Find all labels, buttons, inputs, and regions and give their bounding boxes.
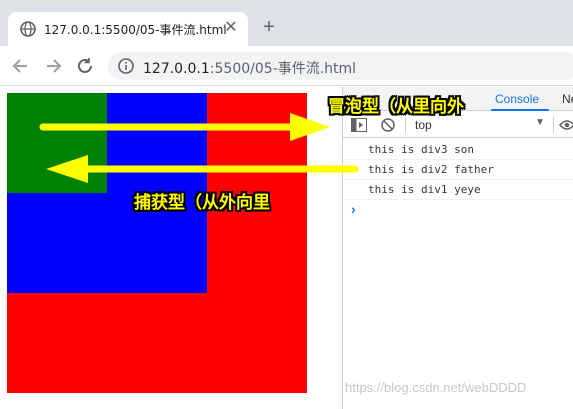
console-log-line: this is div3 son: [343, 140, 573, 160]
div1-yeye-box[interactable]: [7, 93, 307, 393]
log-text: this is div1 yeye: [368, 183, 481, 196]
tab-title: 127.0.0.1:5500/05-事件流.html: [44, 23, 227, 37]
browser-tab[interactable]: 127.0.0.1:5500/05-事件流.html ✕: [8, 12, 248, 46]
browser-toolbar: 127.0.0.1:5500/05-事件流.html: [0, 46, 573, 86]
watermark: https://blog.csdn.net/webDDDD: [345, 380, 527, 395]
log-text: this is div2 father: [368, 163, 494, 176]
url-text[interactable]: 127.0.0.1:5500/05-事件流.html: [143, 58, 356, 78]
sidebar-toggle-icon[interactable]: [351, 118, 367, 132]
url-path: :5500/05-事件流.html: [209, 61, 357, 77]
toolbar-divider: [553, 117, 554, 133]
log-text: this is div3 son: [368, 143, 474, 156]
div3-son-box[interactable]: [7, 93, 107, 193]
eye-icon[interactable]: [559, 119, 573, 131]
context-selector[interactable]: top: [415, 118, 432, 132]
tab-network[interactable]: Ne: [562, 92, 573, 106]
console-log-line: this is div1 yeye: [343, 180, 573, 200]
back-arrow-icon[interactable]: [10, 55, 32, 77]
page-viewport: [0, 87, 342, 409]
capturing-label: 捕获型（从外向里: [134, 193, 270, 213]
console-prompt[interactable]: ›: [351, 201, 356, 217]
clear-console-icon[interactable]: [381, 118, 395, 132]
globe-icon: [20, 21, 36, 37]
toolbar-divider: [405, 117, 406, 133]
tab-console[interactable]: Console: [495, 92, 539, 106]
devtools-panel: Console Ne top ▼ this is div3 son this i…: [342, 87, 573, 409]
bubbling-label: 冒泡型（从里向外: [328, 97, 464, 117]
active-tab-indicator: [491, 109, 549, 111]
chevron-down-icon[interactable]: ▼: [535, 117, 545, 128]
new-tab-button[interactable]: +: [258, 16, 280, 38]
url-host: 127.0.0.1: [143, 61, 210, 77]
forward-arrow-icon[interactable]: [42, 55, 64, 77]
console-log-line: this is div2 father: [343, 160, 573, 180]
tab-strip: 127.0.0.1:5500/05-事件流.html ✕ +: [0, 0, 573, 46]
info-icon[interactable]: [118, 58, 134, 74]
close-tab-icon[interactable]: ✕: [222, 19, 240, 37]
reload-icon[interactable]: [74, 55, 96, 77]
address-bar[interactable]: 127.0.0.1:5500/05-事件流.html: [108, 52, 573, 80]
